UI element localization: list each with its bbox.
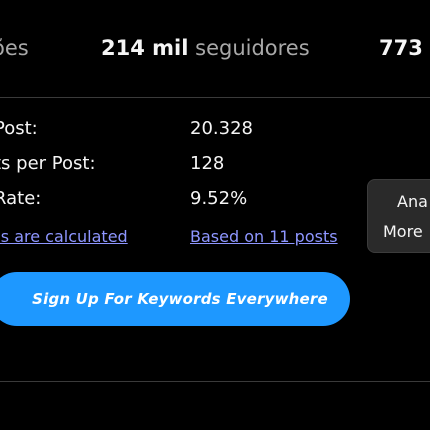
divider-top xyxy=(0,97,430,98)
metric-label-avg-likes: Post: xyxy=(0,118,38,139)
analytics-popup[interactable]: Ana More xyxy=(367,179,430,253)
analytics-popup-line2: More xyxy=(383,222,423,241)
followers-label: seguidores xyxy=(195,36,310,60)
metric-value-engagement-rate: 9.52% xyxy=(190,188,248,209)
followers-stat[interactable]: 214 mil seguidores xyxy=(101,36,310,60)
how-metrics-calculated-link[interactable]: cs are calculated xyxy=(0,227,128,246)
divider-bottom xyxy=(0,381,430,382)
metric-label-avg-comments: ts per Post: xyxy=(0,153,96,174)
following-stat[interactable]: 773 s xyxy=(379,36,430,60)
followers-count: 214 mil xyxy=(101,36,189,60)
metric-value-avg-likes: 20.328 xyxy=(190,118,253,139)
page: ões 214 mil seguidores 773 s Post: 20.32… xyxy=(0,0,430,430)
following-count: 773 xyxy=(379,36,423,60)
profile-stats-row: ões 214 mil seguidores 773 s xyxy=(0,36,430,68)
metric-value-avg-comments: 128 xyxy=(190,153,225,174)
analytics-popup-line1: Ana xyxy=(397,192,428,211)
posts-stat-label: ões xyxy=(0,36,29,60)
posts-stat[interactable]: ões xyxy=(0,36,29,60)
metric-label-engagement-rate: Rate: xyxy=(0,188,42,209)
based-on-posts-link[interactable]: Based on 11 posts xyxy=(190,227,338,246)
sign-up-button-label: Sign Up For Keywords Everywhere xyxy=(32,290,328,308)
sign-up-keywords-everywhere-button[interactable]: Sign Up For Keywords Everywhere xyxy=(0,272,350,326)
